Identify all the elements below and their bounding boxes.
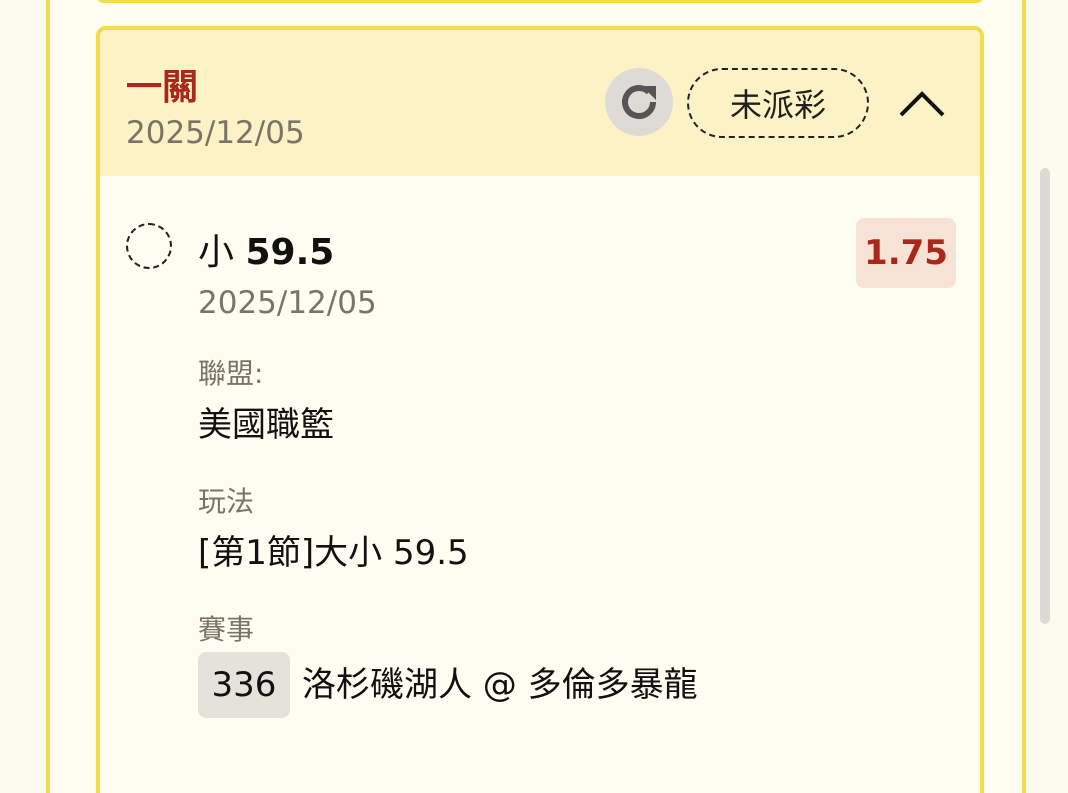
match-name: 洛杉磯湖人 @ 多倫多暴龍 — [302, 665, 698, 705]
scrollbar[interactable] — [1040, 168, 1050, 624]
match-label: 賽事 — [198, 613, 255, 646]
league-label: 聯盟: — [198, 357, 264, 390]
refresh-button[interactable] — [605, 68, 673, 136]
play-label: 玩法 — [198, 485, 255, 518]
chevron-up-icon — [899, 91, 945, 117]
selection-label: 小 — [198, 232, 235, 273]
refresh-icon — [622, 85, 656, 119]
page: 一關 2025/12/05 未派彩 小 59.5 2025/12/05 1.75 — [0, 0, 1068, 793]
previous-card — [96, 0, 984, 3]
selection-date: 2025/12/05 — [198, 285, 377, 321]
bet-card-header[interactable]: 一關 2025/12/05 未派彩 — [100, 30, 980, 176]
match-number-badge: 336 — [198, 652, 290, 718]
status-badge: 未派彩 — [687, 68, 869, 138]
league-value: 美國職籃 — [198, 405, 334, 445]
select-radio[interactable] — [126, 223, 172, 269]
bet-type-title: 一關 — [126, 67, 199, 108]
odds-badge: 1.75 — [856, 218, 956, 288]
selection-value: 59.5 — [245, 232, 335, 273]
collapse-button[interactable] — [894, 78, 950, 128]
play-value: [第1節]大小 59.5 — [198, 533, 469, 573]
bet-card: 一關 2025/12/05 未派彩 小 59.5 2025/12/05 1.75 — [96, 26, 984, 793]
selection-text: 小 59.5 — [198, 228, 334, 278]
bet-date: 2025/12/05 — [126, 115, 305, 151]
